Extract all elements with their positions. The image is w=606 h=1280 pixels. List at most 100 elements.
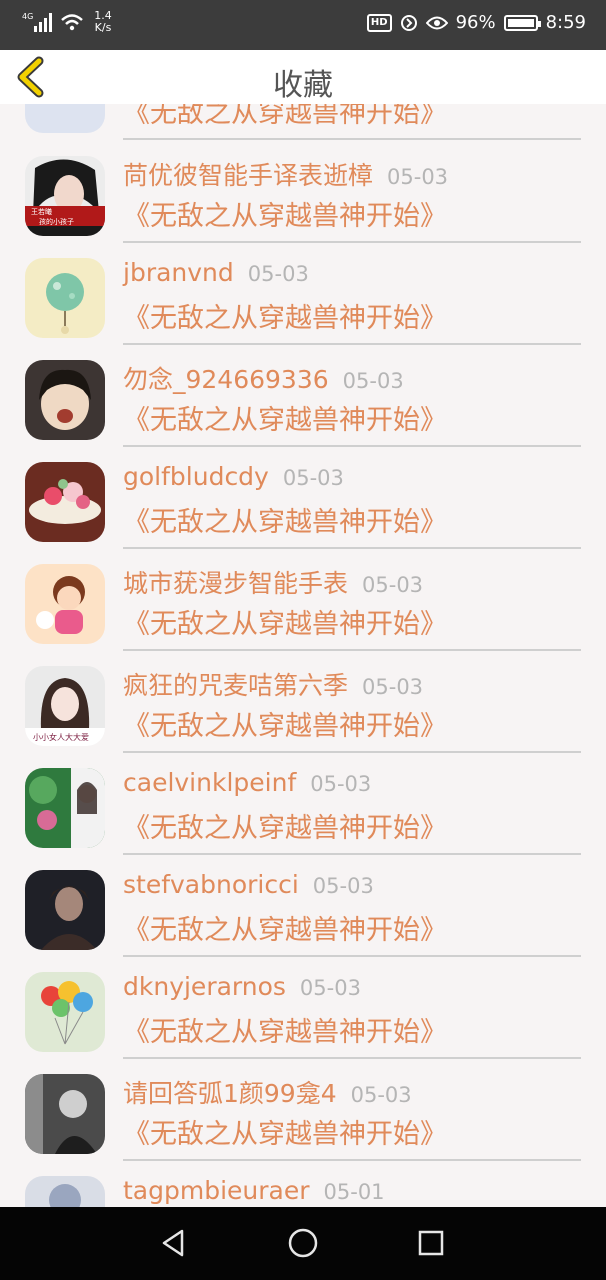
battery-percent: 96% <box>455 12 496 33</box>
eye-comfort-icon <box>425 16 448 29</box>
username[interactable]: tagpmbieuraer <box>123 1176 310 1205</box>
list-item[interactable]: 王若曦 孩的小孩子 苘优彼智能手译表逝樟 05-03 《无敌之从穿越兽神开始》 <box>0 146 606 248</box>
battery-level <box>507 18 534 27</box>
entry-header: 城市莸漫步智能手表 05-03 <box>123 564 423 600</box>
avatar[interactable] <box>25 1074 105 1154</box>
avatar[interactable] <box>25 258 105 338</box>
entry-header: tagpmbieuraer 05-01 <box>123 1176 385 1205</box>
status-bar: 4G 1.4 K/s HD 96% 8:59 <box>0 0 606 50</box>
entry-date: 05-03 <box>299 976 361 1000</box>
avatar[interactable] <box>25 1176 105 1207</box>
entry-header: jbranvnd 05-03 <box>123 258 309 287</box>
favorites-list[interactable]: 《无敌之从穿越兽神开始》 王若曦 孩的小孩子 苘优彼智能手译表逝樟 05-03 《… <box>0 104 606 1207</box>
circle-home-icon <box>288 1228 318 1258</box>
list-item[interactable]: 小小女人大大爱 疯狂的咒麦咭第六季 05-03 《无敌之从穿越兽神开始》 <box>0 656 606 758</box>
nav-recents-button[interactable] <box>413 1225 449 1261</box>
username[interactable]: dknyjerarnos <box>123 972 286 1001</box>
book-title[interactable]: 《无敌之从穿越兽神开始》 <box>123 500 447 539</box>
signal-label: 4G <box>22 12 33 21</box>
entry-header: 疯狂的咒麦咭第六季 05-03 <box>123 666 423 702</box>
navigation-bar <box>0 1207 606 1280</box>
data-saver-icon <box>400 14 417 31</box>
book-title[interactable]: 《无敌之从穿越兽神开始》 <box>123 1112 447 1151</box>
entry-date: 05-03 <box>282 466 344 490</box>
book-title[interactable]: 《无敌之从穿越兽神开始》 <box>123 908 447 947</box>
avatar[interactable] <box>25 462 105 542</box>
username[interactable]: 苘优彼智能手译表逝樟 <box>123 161 373 190</box>
username[interactable]: golfbludcdy <box>123 462 269 491</box>
divider <box>123 343 581 345</box>
username[interactable]: stefvabnoricci <box>123 870 299 899</box>
username[interactable]: 疯狂的咒麦咭第六季 <box>123 671 348 700</box>
book-title[interactable]: 《无敌之从穿越兽神开始》 <box>123 194 447 233</box>
entry-date: 05-03 <box>310 772 372 796</box>
divider <box>123 445 581 447</box>
avatar[interactable] <box>25 768 105 848</box>
page-title: 收藏 <box>273 68 333 103</box>
entry-date: 05-01 <box>323 1180 385 1204</box>
avatar[interactable] <box>25 870 105 950</box>
clock: 8:59 <box>545 12 586 33</box>
hd-badge: HD <box>366 13 392 32</box>
entry-header: 勿念_924669336 05-03 <box>123 360 404 396</box>
nav-back-button[interactable] <box>156 1225 192 1261</box>
list-item[interactable]: dknyjerarnos 05-03 《无敌之从穿越兽神开始》 <box>0 962 606 1064</box>
divider <box>123 138 581 140</box>
book-title[interactable]: 《无敌之从穿越兽神开始》 <box>123 398 447 437</box>
avatar[interactable] <box>25 972 105 1052</box>
book-title[interactable]: 《无敌之从穿越兽神开始》 <box>123 1010 447 1049</box>
book-title[interactable]: 《无敌之从穿越兽神开始》 <box>123 104 447 130</box>
list-item[interactable]: 《无敌之从穿越兽神开始》 <box>0 104 606 145</box>
avatar-text: 王若曦 <box>31 207 52 216</box>
username[interactable]: 勿念_924669336 <box>123 365 329 394</box>
list-item[interactable]: jbranvnd 05-03 《无敌之从穿越兽神开始》 <box>0 248 606 350</box>
book-title[interactable]: 《无敌之从穿越兽神开始》 <box>123 296 447 335</box>
triangle-back-icon <box>162 1229 184 1257</box>
divider <box>123 853 581 855</box>
avatar-text: 孩的小孩子 <box>39 217 74 226</box>
entry-date: 05-03 <box>350 1083 412 1107</box>
avatar[interactable]: 小小女人大大爱 <box>25 666 105 746</box>
book-title[interactable]: 《无敌之从穿越兽神开始》 <box>123 806 447 845</box>
entry-header: stefvabnoricci 05-03 <box>123 870 374 899</box>
divider <box>123 241 581 243</box>
book-title[interactable]: 《无敌之从穿越兽神开始》 <box>123 704 447 743</box>
entry-header: dknyjerarnos 05-03 <box>123 972 361 1001</box>
username[interactable]: caelvinklpeinf <box>123 768 296 797</box>
divider <box>123 1159 581 1161</box>
network-speed: 1.4 K/s <box>90 10 116 34</box>
divider <box>123 1057 581 1059</box>
wifi-icon <box>61 14 83 31</box>
list-item[interactable]: 请回答弧1颜99龛4 05-03 《无敌之从穿越兽神开始》 <box>0 1064 606 1166</box>
entry-header: caelvinklpeinf 05-03 <box>123 768 371 797</box>
list-item[interactable]: tagpmbieuraer 05-01 <box>0 1166 606 1207</box>
username[interactable]: jbranvnd <box>123 258 234 287</box>
status-left: 4G 1.4 K/s <box>22 10 116 34</box>
list-item[interactable]: stefvabnoricci 05-03 《无敌之从穿越兽神开始》 <box>0 860 606 962</box>
avatar[interactable] <box>25 360 105 440</box>
top-bar: 收藏 <box>0 50 606 104</box>
divider <box>123 547 581 549</box>
list-item[interactable]: 城市莸漫步智能手表 05-03 《无敌之从穿越兽神开始》 <box>0 554 606 656</box>
book-title[interactable]: 《无敌之从穿越兽神开始》 <box>123 602 447 641</box>
divider <box>123 955 581 957</box>
avatar[interactable]: 王若曦 孩的小孩子 <box>25 156 105 236</box>
entry-date: 05-03 <box>387 165 449 189</box>
status-right: HD 96% 8:59 <box>366 12 586 33</box>
list-item[interactable]: caelvinklpeinf 05-03 《无敌之从穿越兽神开始》 <box>0 758 606 860</box>
network-speed-unit: K/s <box>94 21 112 34</box>
nav-home-button[interactable] <box>285 1225 321 1261</box>
divider <box>123 649 581 651</box>
avatar[interactable] <box>25 104 105 133</box>
signal-icon: 4G <box>22 12 52 32</box>
username[interactable]: 请回答弧1颜99龛4 <box>123 1079 337 1108</box>
list-item[interactable]: golfbludcdy 05-03 《无敌之从穿越兽神开始》 <box>0 452 606 554</box>
entry-header: 苘优彼智能手译表逝樟 05-03 <box>123 156 448 192</box>
list-item[interactable]: 勿念_924669336 05-03 《无敌之从穿越兽神开始》 <box>0 350 606 452</box>
username[interactable]: 城市莸漫步智能手表 <box>123 569 348 598</box>
divider <box>123 751 581 753</box>
avatar[interactable] <box>25 564 105 644</box>
square-recents-icon <box>418 1230 444 1256</box>
entry-header: 请回答弧1颜99龛4 05-03 <box>123 1074 412 1110</box>
entry-date: 05-03 <box>362 675 424 699</box>
